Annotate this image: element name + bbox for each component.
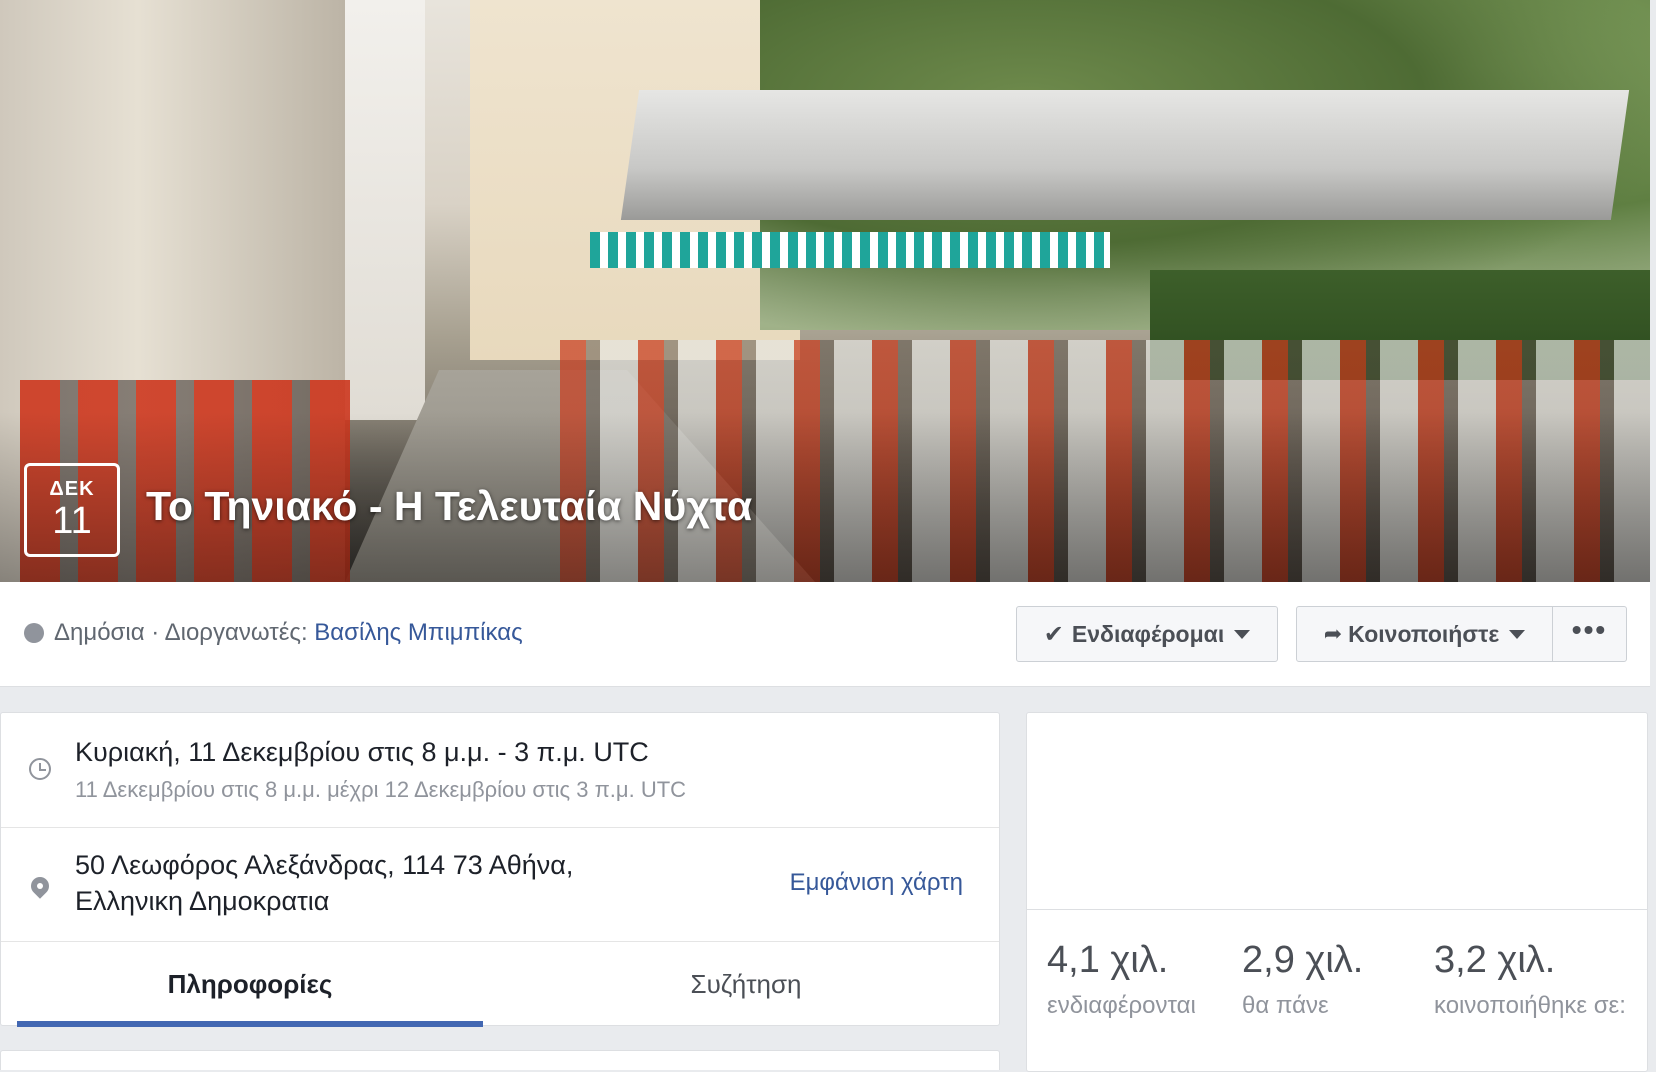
event-address-line2: Ελληνικη Δημοκρατια — [75, 886, 330, 916]
cover-photo-street — [345, 0, 425, 420]
tab-discussion[interactable]: Συζήτηση — [521, 941, 971, 1027]
event-stats-card: 4,1 χιλ. ενδιαφέρονται 2,9 χιλ. θα πάνε … — [1026, 712, 1648, 1072]
show-map-link[interactable]: Εμφάνιση χάρτη — [790, 869, 963, 897]
stat-going-value: 2,9 χιλ. — [1242, 939, 1364, 981]
event-privacy-organizers-label: Δημόσια · Διοργανωτές: — [54, 619, 315, 646]
interested-button[interactable]: ✔ Ενδιαφέρομαι — [1016, 606, 1278, 662]
chevron-down-icon — [1234, 629, 1251, 639]
stat-shared-label: κοινοποιήθηκε σε: — [1434, 992, 1626, 1019]
cover-photo: ΔΕΚ 11 Το Τηνιακό - Η Τελευταία Νύχτα — [0, 0, 1650, 582]
stat-shared[interactable]: 3,2 χιλ. κοινοποιήθηκε σε: — [1434, 939, 1630, 1024]
event-meta: Δημόσια · Διοργανωτές: Βασίλης Μπιμπίκας — [24, 619, 523, 647]
map-pin-icon — [27, 873, 53, 899]
stat-shared-value: 3,2 χιλ. — [1434, 939, 1556, 981]
tab-info[interactable]: Πληροφορίες — [17, 941, 483, 1027]
event-address: 50 Λεωφόρος Αλεξάνδρας, 114 73 Αθήνα, Ελ… — [75, 847, 675, 919]
share-icon: ➦ — [1323, 621, 1343, 646]
stat-interested[interactable]: 4,1 χιλ. ενδιαφέρονται — [1047, 939, 1237, 1024]
more-icon: ••• — [1571, 614, 1608, 645]
event-day: 11 — [52, 500, 92, 542]
stat-interested-label: ενδιαφέρονται — [1047, 992, 1196, 1019]
event-month: ΔΕΚ — [49, 478, 95, 500]
stat-going[interactable]: 2,9 χιλ. θα πάνε — [1242, 939, 1402, 1024]
cover-photo-awning — [620, 90, 1630, 220]
event-action-bar: Δημόσια · Διοργανωτές: Βασίλης Μπιμπίκας… — [0, 582, 1650, 687]
event-details-card: Κυριακή, 11 Δεκεμβρίου στις 8 μ.μ. - 3 π… — [0, 712, 1000, 1027]
event-tabs: Πληροφορίες Συζήτηση — [1, 941, 999, 1027]
share-button[interactable]: ➦ Κοινοποιήστε — [1296, 606, 1553, 662]
chevron-down-icon — [1509, 629, 1526, 639]
event-time-main: Κυριακή, 11 Δεκεμβρίου στις 8 μ.μ. - 3 π… — [75, 737, 649, 767]
event-time-row: Κυριακή, 11 Δεκεμβρίου στις 8 μ.μ. - 3 π… — [1, 713, 999, 828]
event-location-row: 50 Λεωφόρος Αλεξάνδρας, 114 73 Αθήνα, Ελ… — [1, 827, 999, 942]
organizer-link[interactable]: Βασίλης Μπιμπίκας — [314, 619, 522, 646]
clock-icon — [29, 758, 51, 780]
event-date-box: ΔΕΚ 11 — [24, 463, 120, 557]
globe-icon — [24, 623, 44, 643]
interested-label: Ενδιαφέρομαι — [1071, 620, 1225, 647]
cover-photo-striped-awning — [590, 232, 1110, 268]
stats-top-area — [1027, 713, 1647, 910]
next-card-edge — [0, 1050, 1000, 1070]
more-options-button[interactable]: ••• — [1552, 606, 1627, 662]
event-time-sub: 11 Δεκεμβρίου στις 8 μ.μ. μέχρι 12 Δεκεμ… — [75, 777, 687, 802]
check-icon: ✔ — [1043, 620, 1064, 648]
share-label: Κοινοποιήστε — [1348, 620, 1500, 647]
event-title: Το Τηνιακό - Η Τελευταία Νύχτα — [146, 483, 753, 529]
stat-interested-value: 4,1 χιλ. — [1047, 939, 1169, 981]
stat-going-label: θα πάνε — [1242, 992, 1329, 1019]
event-address-line1: 50 Λεωφόρος Αλεξάνδρας, 114 73 Αθήνα, — [75, 850, 574, 880]
